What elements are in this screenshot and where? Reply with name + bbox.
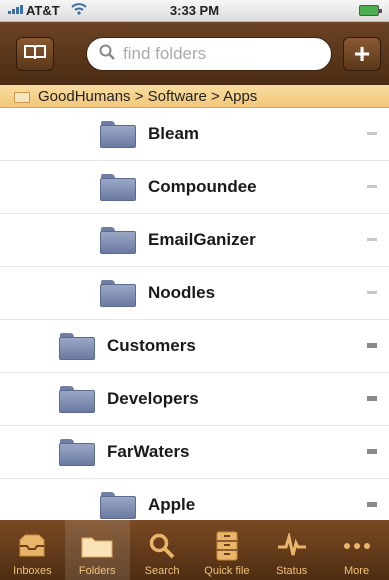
folder-name: EmailGanizer <box>148 230 256 249</box>
navigation-bar: + <box>0 22 389 85</box>
tab-status[interactable]: Status <box>259 520 324 580</box>
scroll-indicator <box>367 291 377 294</box>
scroll-indicator <box>367 185 377 188</box>
folder-name: Compoundee <box>148 177 257 196</box>
tab-search[interactable]: Search <box>130 520 195 580</box>
breadcrumb[interactable]: GoodHumans > Software > Apps <box>0 85 389 108</box>
folder-name: Apple <box>148 495 196 514</box>
folder-name: Customers <box>107 336 196 355</box>
folder-icon <box>100 226 136 254</box>
list-item[interactable]: Noodles <box>0 267 389 320</box>
folder-name: FarWaters <box>107 442 190 461</box>
folder-name: Bleam <box>148 124 200 143</box>
list-item[interactable]: Apple <box>0 479 389 520</box>
scroll-indicator <box>367 396 377 401</box>
tab-more[interactable]: More <box>324 520 389 580</box>
folder-name: Noodles <box>148 283 216 302</box>
folder-icon <box>100 279 136 307</box>
list-item[interactable]: Compoundee <box>0 161 389 214</box>
scroll-indicator <box>367 132 377 135</box>
tab-folders[interactable]: Folders <box>64 520 130 580</box>
tab-label: Inboxes <box>13 565 52 577</box>
tab-label: Search <box>144 565 180 577</box>
inbox-icon <box>17 531 47 561</box>
list-item[interactable]: Developers <box>0 373 389 426</box>
tab-label: Status <box>276 565 308 577</box>
folder-list[interactable]: Bleam Compoundee EmailGanizer Noodles Cu… <box>0 108 389 520</box>
more-icon <box>342 531 372 561</box>
folder-icon <box>59 438 95 466</box>
search-icon <box>149 531 175 561</box>
tab-label: Folders <box>78 565 116 577</box>
cabinet-icon <box>216 531 238 561</box>
battery-icon <box>359 5 382 16</box>
search-icon <box>99 44 115 65</box>
tab-label: Quick file <box>204 565 250 577</box>
folder-name: Developers <box>107 389 199 408</box>
list-item[interactable]: FarWaters <box>0 426 389 479</box>
list-item[interactable]: EmailGanizer <box>0 214 389 267</box>
folder-icon <box>81 531 113 561</box>
tab-bar: Inboxes Folders Search Quick file Status… <box>0 520 389 580</box>
folder-icon <box>100 120 136 148</box>
folder-icon <box>100 491 136 519</box>
folder-icon <box>59 385 95 413</box>
search-input[interactable] <box>123 44 313 64</box>
add-folder-button[interactable]: + <box>343 37 381 71</box>
scroll-indicator <box>367 449 377 454</box>
book-button[interactable] <box>16 37 54 71</box>
list-item[interactable]: Customers <box>0 320 389 373</box>
status-bar: AT&T 3:33 PM <box>0 0 389 22</box>
tab-label: More <box>344 565 370 577</box>
folder-icon <box>59 332 95 360</box>
tab-quick-file[interactable]: Quick file <box>194 520 259 580</box>
tab-inboxes[interactable]: Inboxes <box>0 520 65 580</box>
scroll-indicator <box>367 238 377 241</box>
pulse-icon <box>277 531 307 561</box>
folder-icon <box>100 173 136 201</box>
plus-icon: + <box>353 38 371 69</box>
list-item[interactable]: Bleam <box>0 108 389 161</box>
book-icon <box>24 44 46 65</box>
scroll-indicator <box>367 343 377 348</box>
search-field[interactable] <box>86 37 332 71</box>
status-time: 3:33 PM <box>169 3 220 18</box>
scroll-indicator <box>367 502 377 507</box>
